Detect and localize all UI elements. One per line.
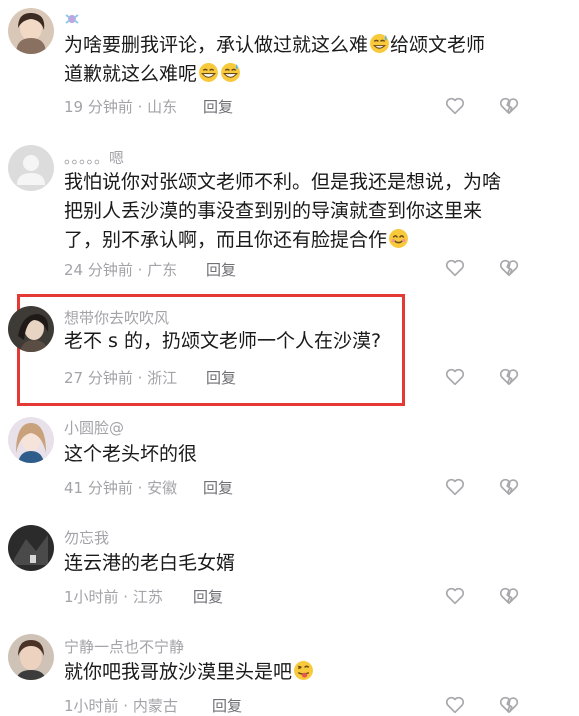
comment-text: 这个老头坏的很 (64, 443, 198, 465)
comment-meta: 41 分钟前 · 安徽 (64, 479, 178, 497)
username[interactable]: 勿忘我 (64, 527, 109, 548)
woman-avatar-icon (8, 8, 54, 54)
comment-meta: 1小时前 · 内蒙古 (64, 697, 178, 715)
reply-button[interactable]: 回复 (193, 586, 223, 607)
heart-icon[interactable] (444, 694, 466, 716)
avatar[interactable] (8, 417, 54, 463)
woman-avatar-icon (8, 306, 54, 352)
broken-heart-icon[interactable] (498, 694, 520, 716)
comment-text: 就你吧我哥放沙漠里头是吧 (64, 658, 504, 687)
broken-heart-icon[interactable] (498, 257, 520, 279)
reply-button[interactable]: 回复 (203, 477, 233, 498)
comment-text: 老不 s 的，扔颂文老师一个人在沙漠? (64, 330, 382, 352)
avatar[interactable] (8, 8, 54, 54)
avatar[interactable] (8, 634, 54, 680)
avatar[interactable] (8, 525, 54, 571)
comment-meta: 27 分钟前 · 浙江 (64, 369, 178, 387)
heart-icon[interactable] (444, 476, 466, 498)
username[interactable]: 小圆脸@ (64, 417, 124, 438)
broken-heart-icon[interactable] (498, 366, 520, 388)
heart-icon[interactable] (444, 257, 466, 279)
wink-tongue-emoji-icon (294, 661, 313, 680)
broken-heart-icon[interactable] (498, 476, 520, 498)
reply-button[interactable]: 回复 (206, 259, 236, 280)
comment-meta: 19 分钟前 · 山东 (64, 98, 178, 116)
smile-emoji-icon (389, 229, 408, 248)
avatar[interactable] (8, 306, 54, 352)
username[interactable]: 宁静一点也不宁静 (64, 636, 184, 657)
heart-icon[interactable] (444, 95, 466, 117)
username[interactable]: 想带你去吹吹风 (64, 307, 169, 328)
comment-meta: 1小时前 · 江苏 (64, 588, 163, 606)
grin-emoji-icon (199, 63, 218, 82)
sweat-smile-emoji-icon (370, 34, 389, 53)
default-avatar-icon (8, 145, 54, 191)
grin-emoji-icon (221, 63, 240, 82)
comment-meta: 24 分钟前 · 广东 (64, 261, 178, 279)
dark-avatar-icon (8, 525, 54, 571)
comment-text: 连云港的老白毛女婿 (64, 552, 236, 574)
avatar[interactable] (8, 145, 54, 191)
comment-text: 为啥要删我评论，承认做过就这么难 给颂文老师道歉就这么难呢 (64, 34, 486, 85)
reply-button[interactable]: 回复 (212, 695, 242, 716)
reply-button[interactable]: 回复 (206, 367, 236, 388)
candy-icon (65, 14, 79, 24)
username[interactable]: 。。。。。嗯 (64, 147, 124, 168)
username[interactable] (64, 12, 80, 30)
heart-icon[interactable] (444, 366, 466, 388)
broken-heart-icon[interactable] (498, 585, 520, 607)
man-avatar-icon (8, 634, 54, 680)
girl-avatar-icon (8, 417, 54, 463)
broken-heart-icon[interactable] (498, 95, 520, 117)
reply-button[interactable]: 回复 (203, 96, 233, 117)
comment-text: 我怕说你对张颂文老师不利。但是我还是想说，为啥把别人丢沙漠的事没查到别的导演就查… (64, 171, 502, 251)
heart-icon[interactable] (444, 585, 466, 607)
